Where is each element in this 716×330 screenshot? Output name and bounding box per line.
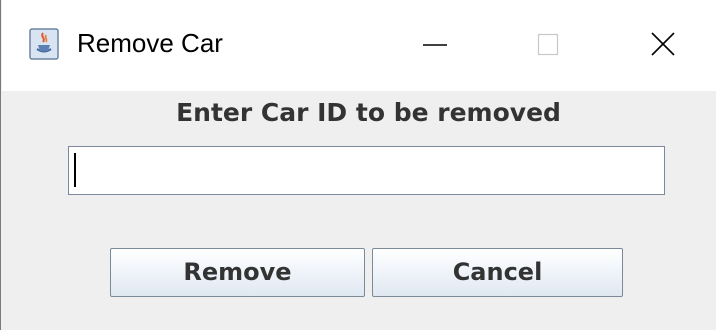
window-title: Remove Car [77, 28, 223, 58]
remove-button[interactable]: Remove [110, 248, 365, 297]
dialog-content: Enter Car ID to be removed Remove Cancel [2, 91, 716, 330]
java-coffee-cup-icon [29, 28, 59, 60]
minimize-icon [423, 44, 447, 46]
cancel-button[interactable]: Cancel [372, 248, 623, 297]
remove-car-window: Remove Car Enter Car ID to be removed Re… [0, 0, 716, 330]
maximize-icon [537, 33, 559, 56]
minimize-button[interactable] [406, 18, 466, 72]
close-button[interactable] [634, 18, 694, 72]
title-bar[interactable]: Remove Car [2, 0, 716, 91]
maximize-button[interactable] [520, 18, 580, 72]
close-icon [651, 32, 675, 56]
car-id-prompt-label: Enter Car ID to be removed [176, 98, 561, 127]
car-id-input[interactable] [68, 146, 665, 195]
